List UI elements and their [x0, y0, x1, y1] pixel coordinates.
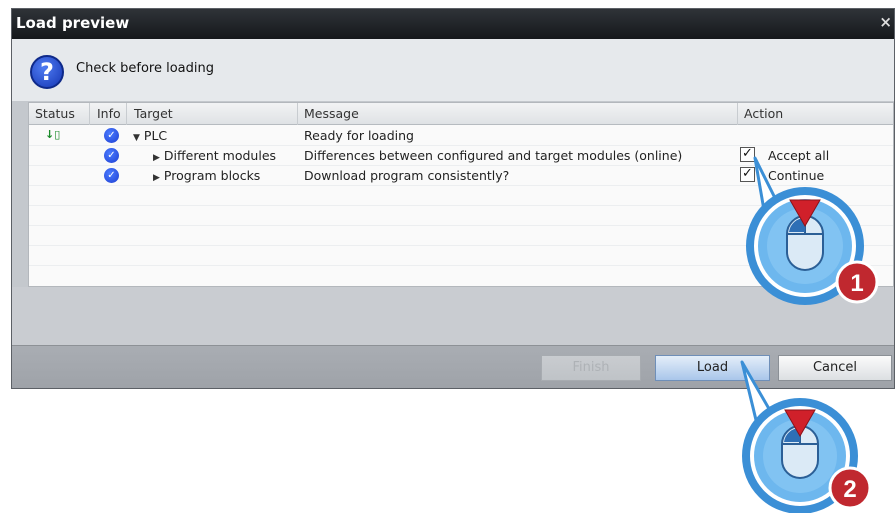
- collapsed-arrow-icon[interactable]: ▶: [153, 153, 160, 163]
- target-label: PLC: [143, 128, 168, 143]
- dialog-title: Load preview: [16, 14, 130, 32]
- close-icon[interactable]: ×: [879, 13, 892, 31]
- info-ok-icon: ✓: [104, 148, 119, 163]
- table-header: Status Info Target Message Action: [29, 103, 893, 125]
- target-cell: ▼ PLC: [133, 128, 167, 143]
- question-icon: ?: [30, 55, 64, 89]
- title-bar: Load preview ×: [12, 9, 894, 39]
- collapsed-arrow-icon[interactable]: ▶: [153, 173, 160, 183]
- column-status[interactable]: Status: [35, 106, 75, 121]
- info-ok-icon: ✓: [104, 168, 119, 183]
- column-action[interactable]: Action: [744, 106, 783, 121]
- message-cell: Download program consistently?: [304, 168, 510, 183]
- target-cell: ▶ Program blocks: [153, 168, 260, 183]
- message-cell: Ready for loading: [304, 128, 414, 143]
- status-download-icon: ↓▯: [45, 128, 61, 141]
- column-message[interactable]: Message: [304, 106, 359, 121]
- callout-number-1: 1: [850, 270, 863, 297]
- info-ok-icon: ✓: [104, 128, 119, 143]
- column-target[interactable]: Target: [134, 106, 173, 121]
- finish-button[interactable]: Finish: [541, 355, 641, 381]
- target-label: Different modules: [163, 148, 277, 163]
- table-row[interactable]: ↓▯ ✓ ▼ PLC Ready for loading: [29, 127, 893, 145]
- mouse-click-callout-1: 1: [746, 156, 879, 305]
- target-label: Program blocks: [163, 168, 261, 183]
- dialog-subtitle: Check before loading: [76, 61, 214, 76]
- expanded-arrow-icon[interactable]: ▼: [133, 133, 140, 143]
- message-cell: Differences between configured and targe…: [304, 148, 683, 163]
- column-info[interactable]: Info: [97, 106, 121, 121]
- callout-number-2: 2: [843, 476, 856, 503]
- mouse-click-callout-2: 2: [740, 360, 872, 513]
- target-cell: ▶ Different modules: [153, 148, 276, 163]
- dialog-header: ? Check before loading: [12, 39, 894, 101]
